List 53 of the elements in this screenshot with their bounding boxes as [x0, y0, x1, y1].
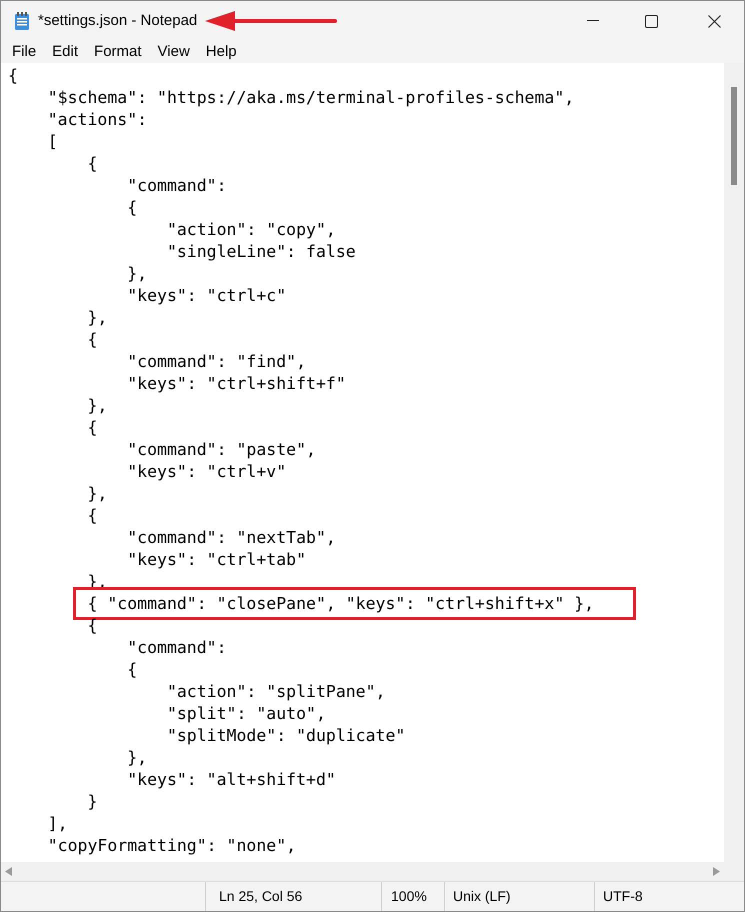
maximize-icon: [644, 14, 658, 28]
menu-item[interactable]: Edit: [44, 40, 86, 64]
close-icon: [708, 14, 720, 28]
menu-item[interactable]: View: [150, 40, 198, 64]
code-line: "keys": "ctrl+v": [126, 462, 286, 481]
code-line: "command":: [126, 638, 227, 657]
encoding: UTF-8: [603, 887, 643, 906]
code-line: "command": "nextTab",: [126, 528, 336, 547]
code-line: "action": "copy",: [166, 220, 336, 239]
code-line: "copyFormatting": "none",: [46, 836, 296, 855]
code-line: "keys": "ctrl+c": [126, 286, 286, 305]
code-line: "action": "splitPane",: [166, 682, 386, 701]
code-line: "$schema": "https://aka.ms/terminal-profiles-schema",: [46, 88, 574, 107]
code-line: {: [8, 66, 18, 85]
code-line: "keys": "ctrl+tab": [126, 550, 306, 569]
scroll-thumb[interactable]: [731, 87, 737, 185]
menu-item[interactable]: File: [4, 40, 44, 64]
code-line: [: [46, 132, 58, 151]
code-line: {: [126, 198, 138, 217]
code-line: "splitMode": "duplicate": [166, 726, 406, 745]
code-line: { "command": "closePane", "keys": "ctrl+shift+x" },: [86, 594, 594, 613]
code-line: },: [86, 308, 108, 327]
code-line: "keys": "ctrl+shift+f": [126, 374, 346, 393]
menu-item[interactable]: Help: [198, 40, 245, 64]
code-line: {: [86, 418, 98, 437]
line-ending: Unix (LF): [453, 887, 511, 906]
menu-item[interactable]: Format: [86, 40, 150, 64]
code-line: },: [86, 396, 108, 415]
notepad-icon: [14, 12, 30, 30]
code-line: "split": "auto",: [166, 704, 326, 723]
code-line: {: [86, 154, 98, 173]
cursor-position: Ln 25, Col 56: [219, 887, 302, 906]
code-line: "singleLine": false: [166, 242, 356, 261]
code-line: {: [126, 660, 138, 679]
code-line: {: [86, 330, 98, 349]
horizontal-scrollbar[interactable]: [1, 862, 724, 881]
code-line: },: [126, 264, 148, 283]
code-line: "command": "paste",: [126, 440, 316, 459]
code-line: },: [86, 484, 108, 503]
code-line: "keys": "alt+shift+d": [126, 770, 336, 789]
code-line: {: [86, 616, 98, 635]
scroll-left-icon: [5, 867, 12, 876]
window-title: *settings.json - Notepad: [38, 10, 198, 31]
minimize-icon: [587, 20, 599, 22]
code-line: "command":: [126, 176, 227, 195]
code-line: },: [126, 748, 148, 767]
zoom-level: 100%: [391, 887, 427, 906]
code-line: "command": "find",: [126, 352, 306, 371]
code-line: "actions":: [46, 110, 148, 129]
code-line: }: [86, 792, 98, 811]
code-line: ],: [46, 814, 68, 833]
scroll-right-icon: [713, 867, 720, 876]
code-line: {: [86, 506, 98, 525]
